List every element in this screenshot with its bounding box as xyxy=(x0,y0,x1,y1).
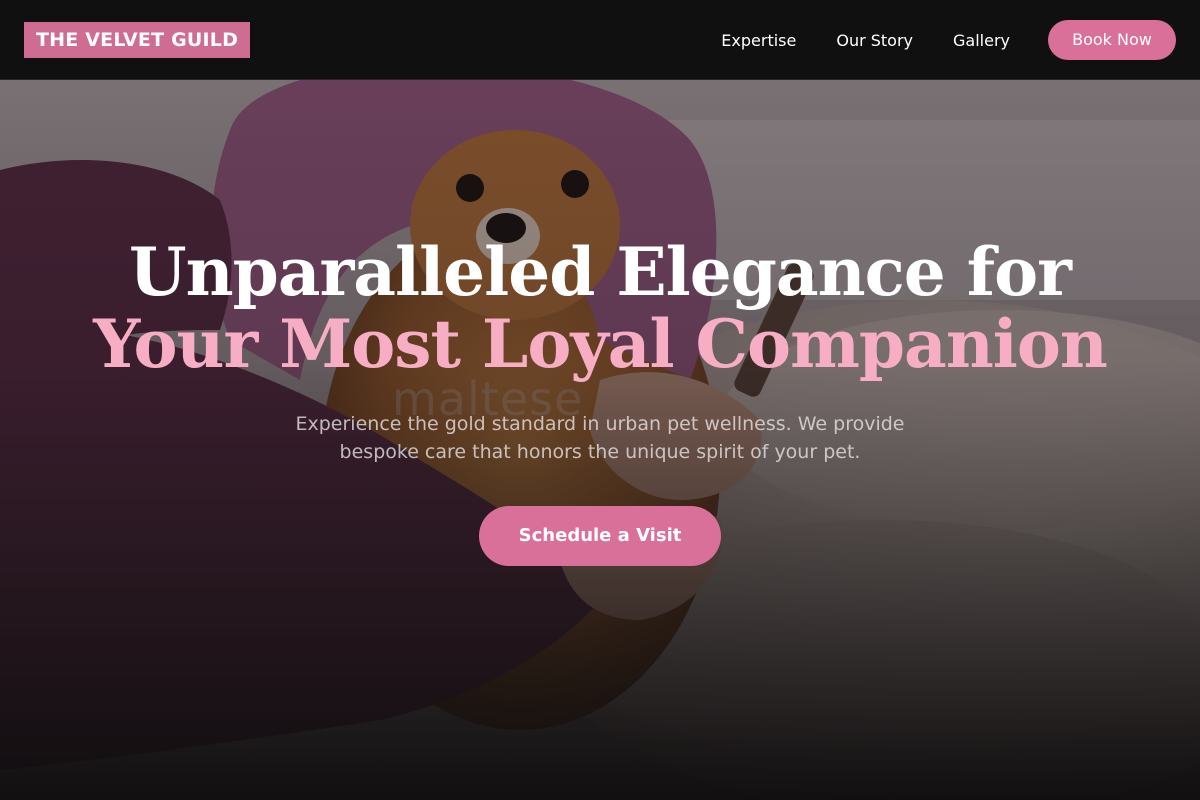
hero-headline: Unparalleled Elegance for Your Most Loya… xyxy=(0,236,1200,380)
brand-logo[interactable]: THE VELVET GUILD xyxy=(24,22,251,58)
navbar: THE VELVET GUILD Expertise Our Story Gal… xyxy=(0,0,1200,80)
nav-links: Expertise Our Story Gallery xyxy=(721,0,1010,80)
headline-line-2: Your Most Loyal Companion xyxy=(93,305,1108,383)
landing-page: maltese THE VELVET GUILD Expertise Our S… xyxy=(0,0,1200,800)
nav-link-gallery[interactable]: Gallery xyxy=(953,31,1010,50)
hero-subtext: Experience the gold standard in urban pe… xyxy=(295,413,905,463)
schedule-visit-button[interactable]: Schedule a Visit xyxy=(479,506,721,566)
headline-line-1: Unparalleled Elegance for xyxy=(129,233,1072,311)
nav-link-our-story[interactable]: Our Story xyxy=(836,31,913,50)
hero-content: Unparalleled Elegance for Your Most Loya… xyxy=(0,236,1200,566)
book-now-button[interactable]: Book Now xyxy=(1048,20,1176,60)
nav-link-expertise[interactable]: Expertise xyxy=(721,31,796,50)
